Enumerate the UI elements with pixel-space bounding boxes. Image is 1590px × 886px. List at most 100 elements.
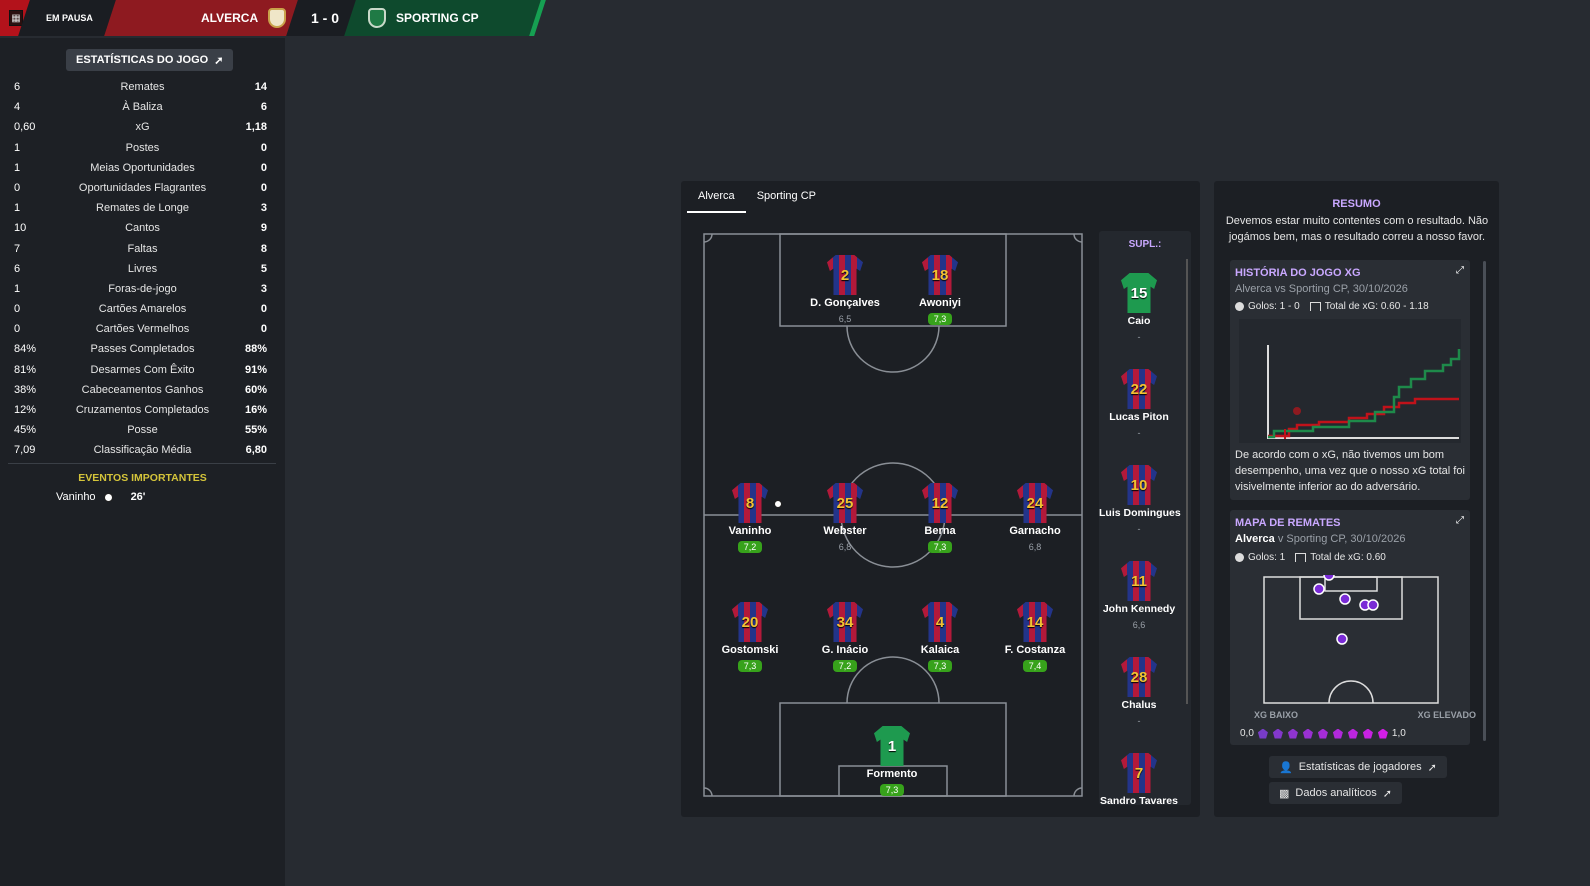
summary-title: RESUMO	[1332, 198, 1381, 210]
event-item[interactable]: Vaninho 26'	[56, 491, 145, 503]
stat-row: 1 Postes 0	[0, 139, 285, 159]
match-stats-panel: ESTATÍSTICAS DO JOGO ➚ 6 Remates 14 4 À Baliz…	[0, 38, 285, 886]
shot-total-xg: Total de xG: 0.60	[1310, 552, 1386, 563]
xg-history-title: HISTÓRIA DO JOGO XG	[1235, 267, 1361, 279]
match-status-label: EM PAUSA	[46, 13, 93, 23]
player-card[interactable]: 4 Kalaica 7,3	[890, 602, 990, 674]
player-name: Berna	[924, 525, 956, 537]
shirt-icon: 34	[827, 602, 863, 642]
player-rating: -	[1137, 428, 1141, 438]
player-rating: 7,3	[927, 313, 953, 325]
player-rating: -	[1137, 716, 1141, 726]
player-name: Gostomski	[721, 644, 779, 656]
match-header: ▦ EM PAUSA ALVERCA 1 - 0 SPORTING CP	[0, 0, 560, 36]
player-rating: 7,3	[879, 784, 905, 796]
subs-scrollbar[interactable]	[1186, 259, 1188, 704]
player-card[interactable]: 8 Vaninho 7,2	[700, 483, 800, 555]
analytics-label: Dados analíticos	[1295, 787, 1377, 799]
shot-marker[interactable]	[1367, 599, 1379, 611]
shirt-number: 2	[840, 266, 850, 284]
stat-label: Cartões Amarelos	[98, 303, 187, 316]
shot-marker[interactable]	[1323, 575, 1335, 581]
xg-scale-step	[1287, 728, 1298, 739]
shirt-number: 7	[1134, 764, 1144, 782]
goal-icon	[1295, 553, 1307, 562]
expand-icon[interactable]: ⤢	[1456, 515, 1464, 526]
stat-row: 1 Foras-de-jogo 3	[0, 280, 285, 300]
xg-scale-step	[1332, 728, 1343, 739]
ball-icon	[1235, 302, 1244, 311]
player-card[interactable]: 12 Berna 7,3	[890, 483, 990, 555]
shot-marker[interactable]	[1336, 633, 1348, 645]
home-team-panel[interactable]: ALVERCA	[104, 0, 306, 36]
shirt-icon: 7	[1121, 753, 1157, 793]
player-rating: -	[1137, 332, 1141, 342]
stat-away-value: 3	[260, 202, 267, 215]
stat-label: Desarmes Com Êxito	[90, 363, 195, 376]
shirt-icon: 11	[1121, 561, 1157, 601]
player-card[interactable]: 2 D. Gonçalves 6,5	[795, 255, 895, 327]
stat-row: 12% Cruzamentos Completados 16%	[0, 401, 285, 421]
player-name: Luis Domingues	[1099, 507, 1181, 519]
analytics-link[interactable]: ▩ Dados analíticos ➚	[1269, 782, 1402, 804]
stat-row: 0 Cartões Vermelhos 0	[0, 320, 285, 340]
team-tabs: Alverca Sporting CP	[687, 181, 827, 213]
shirt-icon: 4	[922, 602, 958, 642]
substitutes-panel: SUPL.: 15 Caio - 22 Lucas Piton - 10 Luis Domin…	[1099, 231, 1191, 805]
shot-marker[interactable]	[1339, 593, 1351, 605]
substitute-card[interactable]: 28 Chalus -	[1099, 657, 1179, 729]
stat-away-value: 0	[260, 323, 267, 336]
away-team-panel[interactable]: SPORTING CP	[344, 0, 546, 36]
player-name: Kalaica	[920, 644, 960, 656]
player-name: Awoniyi	[919, 297, 961, 309]
player-rating: 7,2	[832, 660, 858, 672]
player-rating: 7,2	[737, 541, 763, 553]
tab-sporting[interactable]: Sporting CP	[746, 181, 827, 213]
stat-away-value: 0	[260, 141, 267, 154]
score: 1 - 0	[310, 10, 339, 26]
tab-alverca[interactable]: Alverca	[687, 181, 746, 213]
shot-map-card[interactable]: MAPA DE REMATES ⤢ Alverca v Sporting CP,…	[1230, 510, 1476, 745]
shirt-icon: 28	[1121, 657, 1157, 697]
home-crest-icon	[268, 8, 286, 28]
substitute-card[interactable]: 10 Luis Domingues -	[1099, 465, 1181, 537]
stat-label: Classificação Média	[93, 444, 192, 457]
substitute-card[interactable]: 15 Caio -	[1099, 273, 1179, 345]
summary-scrollbar[interactable]	[1483, 261, 1486, 741]
xg-history-chart	[1239, 319, 1461, 443]
player-card[interactable]: 18 Awoniyi 7,3	[890, 255, 990, 327]
expand-icon[interactable]: ⤢	[1456, 265, 1464, 276]
shirt-icon: 15	[1121, 273, 1157, 313]
shirt-number: 8	[745, 494, 755, 512]
player-card[interactable]: 24 Garnacho 6,8	[985, 483, 1085, 555]
shot-marker[interactable]	[1313, 583, 1325, 595]
summary-panel: RESUMO Devemos estar muito contentes com…	[1214, 181, 1499, 817]
shirt-icon: 14	[1017, 602, 1053, 642]
stat-label: Posse	[127, 424, 158, 437]
stat-away-value: 16%	[244, 404, 267, 416]
xg-scale-step	[1272, 728, 1283, 739]
shirt-icon: 1	[874, 726, 910, 766]
player-card[interactable]: 34 G. Inácio 7,2	[795, 602, 895, 674]
player-card[interactable]: 14 F. Costanza 7,4	[985, 602, 1085, 674]
stat-row: 45% Posse 55%	[0, 421, 285, 441]
xg-history-meta: Golos: 1 - 0 Total de xG: 0.60 - 1.18	[1235, 301, 1429, 312]
stat-row: 84% Passes Completados 88%	[0, 340, 285, 360]
stat-row: 6 Livres 5	[0, 260, 285, 280]
xg-scale-step	[1317, 728, 1328, 739]
shirt-number: 28	[1130, 668, 1148, 686]
match-stats-button[interactable]: ESTATÍSTICAS DO JOGO ➚	[66, 49, 234, 71]
player-card[interactable]: 25 Webster 6,8	[795, 483, 895, 555]
substitute-card[interactable]: 7 Sandro Tavares	[1099, 753, 1179, 806]
match-stats-title: ESTATÍSTICAS DO JOGO	[76, 54, 209, 66]
substitute-card[interactable]: 11 John Kennedy 6,6	[1099, 561, 1179, 633]
player-name: Vaninho	[728, 525, 772, 537]
shirt-number: 22	[1130, 380, 1148, 398]
xg-history-card[interactable]: HISTÓRIA DO JOGO XG ⤢ Alverca vs Sportin…	[1230, 260, 1470, 500]
player-card[interactable]: 1 Formento 7,3	[842, 726, 942, 798]
player-card[interactable]: 20 Gostomski 7,3	[700, 602, 800, 674]
stat-label: À Baliza	[122, 101, 163, 114]
substitute-card[interactable]: 22 Lucas Piton -	[1099, 369, 1179, 441]
player-stats-link[interactable]: 👤 Estatísticas de jogadores ➚	[1269, 756, 1447, 778]
shirt-number: 11	[1131, 572, 1147, 590]
